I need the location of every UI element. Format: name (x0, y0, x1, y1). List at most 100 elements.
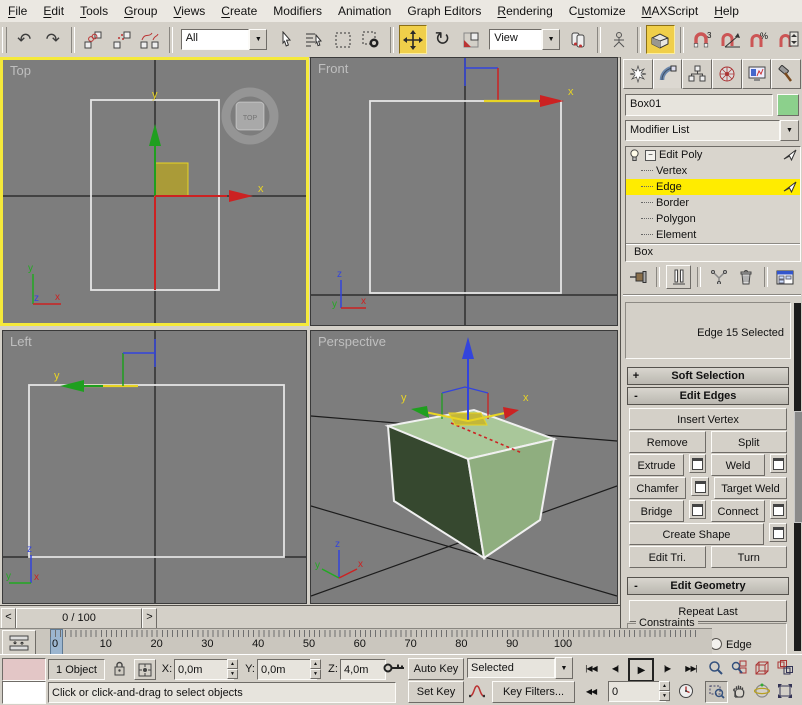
configure-modifier-sets-button[interactable] (774, 266, 797, 288)
window-crossing-button[interactable] (358, 26, 385, 53)
viewport-left[interactable]: Left y z y x (2, 330, 307, 604)
menu-animation[interactable]: Animation (330, 2, 399, 20)
select-and-rotate-button[interactable]: ↻ (429, 26, 456, 53)
menu-edit[interactable]: Edit (35, 2, 72, 20)
zoom-region-button[interactable] (705, 681, 728, 703)
zoom-all-button[interactable] (728, 658, 749, 678)
previous-frame-arrow[interactable]: < (1, 608, 16, 630)
key-filters-button[interactable]: Key Filters... (492, 681, 575, 703)
frame-spinner[interactable]: ▲ ▼ (659, 681, 670, 701)
make-unique-button[interactable] (707, 266, 730, 288)
modifier-list-dropdown[interactable]: Modifier List ▼ (625, 120, 799, 141)
selection-lock-toggle[interactable] (110, 659, 128, 678)
absolute-offset-toggle[interactable] (134, 659, 156, 680)
stack-subobject-border[interactable]: Border (626, 195, 800, 211)
reference-coordinate-dropdown[interactable]: View ▼ (489, 29, 561, 50)
chamfer-settings-button[interactable] (691, 477, 709, 496)
next-frame-button[interactable]: |▶ (656, 658, 678, 678)
menu-tools[interactable]: Tools (72, 2, 116, 20)
chamfer-button[interactable]: Chamfer (629, 477, 686, 499)
menu-rendering[interactable]: Rendering (489, 2, 560, 20)
rectangular-selection-region-button[interactable] (329, 26, 356, 53)
y-spinner[interactable]: ▲ ▼ (310, 659, 321, 679)
collapse-icon[interactable]: − (645, 149, 656, 161)
object-color-swatch[interactable] (777, 94, 799, 116)
create-shape-settings-button[interactable] (769, 523, 787, 542)
scrollbar-thumb[interactable] (794, 411, 802, 523)
target-weld-button[interactable]: Target Weld (714, 477, 787, 499)
zoom-extents-all-button[interactable] (774, 658, 795, 678)
spinner-down-icon[interactable]: ▼ (659, 691, 670, 701)
select-and-move-button[interactable] (398, 25, 428, 54)
next-frame-arrow[interactable]: > (142, 608, 157, 630)
previous-frame-button[interactable]: ◀| (604, 658, 626, 678)
keyboard-shortcut-override-button[interactable] (646, 25, 675, 54)
z-coord-field[interactable]: 4,0m (340, 659, 386, 680)
turn-button[interactable]: Turn (710, 546, 787, 568)
maxscript-listener-pink[interactable] (2, 658, 46, 681)
viewcube[interactable]: TOP (221, 87, 279, 145)
tab-motion[interactable] (712, 59, 742, 89)
key-mode-toggle-button[interactable]: ◀◀ (580, 681, 602, 701)
spinner-up-icon[interactable]: ▲ (310, 659, 321, 669)
selection-filter-dropdown[interactable]: All ▼ (180, 29, 268, 50)
menu-maxscript[interactable]: MAXScript (634, 2, 707, 20)
dropdown-arrow-icon[interactable]: ▼ (780, 120, 799, 141)
object-name-field[interactable]: Box01 (625, 94, 773, 116)
weld-settings-button[interactable] (769, 454, 787, 473)
connect-settings-button[interactable] (769, 500, 787, 519)
panel-scrollbar[interactable] (794, 303, 802, 651)
create-shape-button[interactable]: Create Shape (629, 523, 764, 545)
remove-modifier-button[interactable] (735, 266, 758, 288)
auto-key-button[interactable]: Auto Key (408, 658, 464, 680)
viewport-perspective[interactable]: Perspective y x z y x (310, 330, 618, 604)
show-end-result-button[interactable] (666, 265, 692, 289)
bind-to-space-warp-button[interactable] (137, 26, 164, 53)
select-object-button[interactable] (272, 26, 299, 53)
rollout-soft-selection[interactable]: + Soft Selection (627, 367, 789, 385)
x-coord-field[interactable]: 0,0m (174, 659, 234, 680)
dropdown-arrow-icon[interactable]: ▼ (555, 657, 573, 679)
y-coord-field[interactable]: 0,0m (257, 659, 317, 680)
menu-help[interactable]: Help (706, 2, 747, 20)
tab-hierarchy[interactable] (682, 59, 713, 89)
spinner-snap-button[interactable] (774, 26, 801, 53)
dropdown-arrow-icon[interactable]: ▼ (542, 29, 561, 50)
extrude-settings-button[interactable] (689, 454, 707, 473)
menu-views[interactable]: Views (165, 2, 213, 20)
remove-button[interactable]: Remove (629, 431, 706, 453)
undo-button[interactable]: ↶ (11, 26, 38, 53)
maxscript-listener-white[interactable] (2, 681, 46, 704)
zoom-extents-button[interactable] (751, 658, 772, 678)
pan-view-button[interactable] (728, 681, 749, 701)
set-key-button[interactable]: Set Key (408, 681, 464, 703)
edit-tri-button[interactable]: Edit Tri. (629, 546, 706, 568)
move-gizmo-left[interactable]: y (54, 339, 156, 392)
arc-rotate-button[interactable] (751, 681, 772, 701)
menu-customize[interactable]: Customize (561, 2, 634, 20)
set-keys-key-icon[interactable] (382, 657, 406, 679)
menu-graph-editors[interactable]: Graph Editors (399, 2, 489, 20)
menu-group[interactable]: Group (116, 2, 165, 20)
time-configuration-button[interactable] (676, 681, 696, 701)
tab-display[interactable] (741, 59, 772, 89)
stack-item-box[interactable]: Box (626, 243, 800, 260)
play-button[interactable]: ▶ (628, 658, 654, 682)
redo-button[interactable]: ↷ (40, 26, 67, 53)
extrude-button[interactable]: Extrude (629, 454, 685, 476)
use-pivot-point-center-button[interactable] (565, 26, 592, 53)
open-mini-curve-editor-button[interactable] (2, 630, 36, 655)
select-by-name-button[interactable] (301, 26, 328, 53)
constraint-edge-radio[interactable]: Edge (710, 638, 752, 651)
spinner-up-icon[interactable]: ▲ (227, 659, 238, 669)
bridge-button[interactable]: Bridge (629, 500, 685, 522)
select-and-scale-button[interactable] (458, 26, 485, 53)
spinner-up-icon[interactable]: ▲ (659, 681, 670, 691)
stack-item-edit-poly[interactable]: − Edit Poly (626, 147, 800, 163)
tab-utilities[interactable] (771, 59, 802, 89)
insert-vertex-button[interactable]: Insert Vertex (629, 408, 787, 430)
spinner-down-icon[interactable]: ▼ (310, 669, 321, 679)
dropdown-arrow-icon[interactable]: ▼ (249, 29, 268, 50)
box-wireframe-left[interactable] (28, 384, 285, 558)
split-button[interactable]: Split (710, 431, 787, 453)
